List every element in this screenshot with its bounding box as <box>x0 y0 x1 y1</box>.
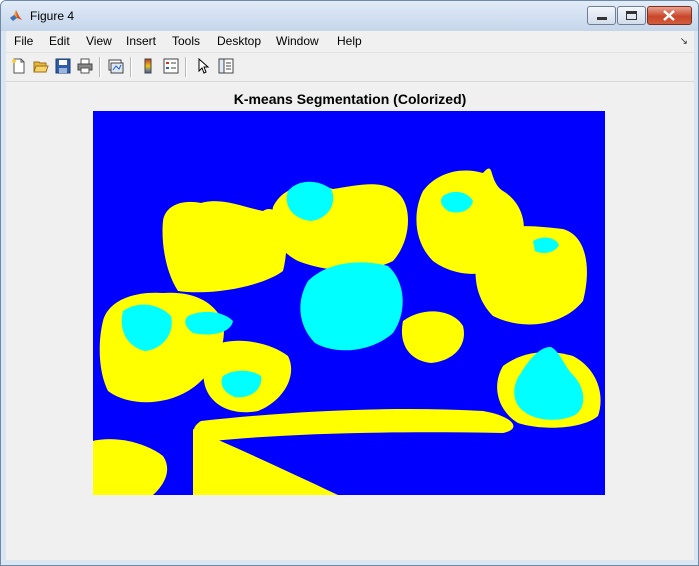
title-bar[interactable]: Figure 4 <box>1 1 698 31</box>
window-title: Figure 4 <box>30 9 75 23</box>
link-plot-icon <box>108 59 124 74</box>
figure-toolbar <box>6 53 694 82</box>
figure-window: Figure 4 File Edit View Insert Tools Des… <box>0 0 699 566</box>
maximize-icon <box>626 11 637 20</box>
close-icon <box>663 10 675 21</box>
figure-canvas: K-means Segmentation (Colorized) <box>6 82 694 560</box>
segmentation-image <box>93 111 605 495</box>
menu-desktop[interactable]: Desktop <box>217 34 261 48</box>
menu-insert[interactable]: Insert <box>126 34 156 48</box>
window-controls <box>586 6 692 26</box>
toolbar-separator <box>130 57 132 77</box>
axes-title: K-means Segmentation (Colorized) <box>233 91 467 107</box>
open-file-icon <box>33 61 49 73</box>
save-icon <box>55 58 71 74</box>
print-button[interactable] <box>76 57 94 75</box>
menu-window[interactable]: Window <box>276 34 319 48</box>
plot-tools-button[interactable] <box>217 57 235 75</box>
menu-edit[interactable]: Edit <box>49 34 70 48</box>
save-button[interactable] <box>54 57 72 75</box>
new-figure-icon <box>12 58 25 74</box>
cluster-region <box>475 226 587 325</box>
legend-icon <box>163 58 179 74</box>
insert-legend-button[interactable] <box>162 57 180 75</box>
print-icon <box>77 58 93 74</box>
menu-file[interactable]: File <box>14 34 33 48</box>
edit-plot-button[interactable] <box>194 57 212 75</box>
menu-tools[interactable]: Tools <box>172 34 200 48</box>
minimize-icon <box>597 17 607 20</box>
insert-colorbar-button[interactable] <box>139 57 157 75</box>
matlab-logo-icon <box>10 10 22 21</box>
menu-bar: File Edit View Insert Tools Desktop Wind… <box>6 31 694 53</box>
colorbar-icon <box>144 58 152 74</box>
open-file-button[interactable] <box>32 57 50 75</box>
dock-arrow-icon[interactable]: ↘ <box>680 36 688 47</box>
maximize-button[interactable] <box>617 6 646 25</box>
cluster-region <box>162 201 287 293</box>
new-figure-button[interactable] <box>10 57 28 75</box>
cluster-region <box>300 262 403 351</box>
toolbar-separator <box>185 57 187 77</box>
toolbar-separator <box>99 57 101 77</box>
edit-plot-arrow-icon <box>198 58 210 74</box>
menu-help[interactable]: Help <box>337 34 362 48</box>
close-button[interactable] <box>647 6 692 25</box>
plot-tools-icon <box>218 58 234 74</box>
link-plot-button[interactable] <box>107 57 125 75</box>
minimize-button[interactable] <box>587 6 616 25</box>
menu-view[interactable]: View <box>86 34 112 48</box>
